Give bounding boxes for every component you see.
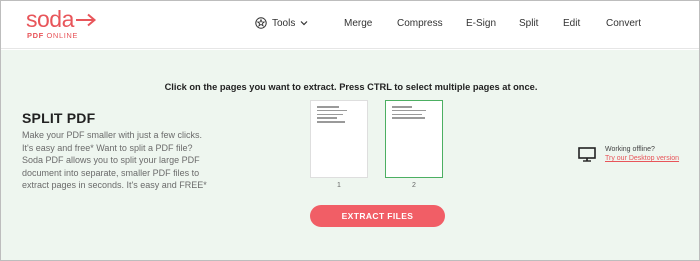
page-content-preview <box>317 106 347 125</box>
logo-sub-online: ONLINE <box>46 31 79 40</box>
page-number-2: 2 <box>412 182 416 189</box>
logo-arrow-icon <box>75 13 96 27</box>
nav-merge[interactable]: Merge <box>344 18 372 29</box>
nav-edit[interactable]: Edit <box>563 18 580 29</box>
nav-compress[interactable]: Compress <box>397 18 443 29</box>
logo-sub-pdf: PDF <box>27 31 44 40</box>
instruction-text: Click on the pages you want to extract. … <box>164 82 538 92</box>
desktop-monitor-icon <box>578 147 596 162</box>
nav-convert[interactable]: Convert <box>606 18 641 29</box>
working-offline-text: Working offline? <box>605 146 655 153</box>
nav-split[interactable]: Split <box>519 18 538 29</box>
desktop-version-link[interactable]: Try our Desktop version <box>605 155 679 162</box>
top-navigation-bar: soda PDF ONLINE Tools Merge Compress E-S… <box>1 1 699 49</box>
logo-wordmark: soda <box>26 6 74 32</box>
nav-tools-label: Tools <box>272 17 296 29</box>
nav-tools-dropdown[interactable]: Tools <box>255 17 308 29</box>
page-title: SPLIT PDF <box>22 110 96 126</box>
extract-files-button[interactable]: EXTRACT FILES <box>310 205 445 227</box>
chevron-down-icon <box>300 21 308 26</box>
split-description: Make your PDF smaller with just a few cl… <box>22 130 207 190</box>
page-thumbnail-1[interactable] <box>310 100 368 178</box>
split-tool-panel: Click on the pages you want to extract. … <box>1 50 699 260</box>
star-badge-icon <box>255 17 267 29</box>
page-content-preview <box>392 106 426 121</box>
soda-pdf-logo[interactable]: soda PDF ONLINE <box>26 8 97 40</box>
page-thumbnail-2[interactable] <box>385 100 443 178</box>
page-number-1: 1 <box>337 182 341 189</box>
nav-esign[interactable]: E-Sign <box>466 18 496 29</box>
